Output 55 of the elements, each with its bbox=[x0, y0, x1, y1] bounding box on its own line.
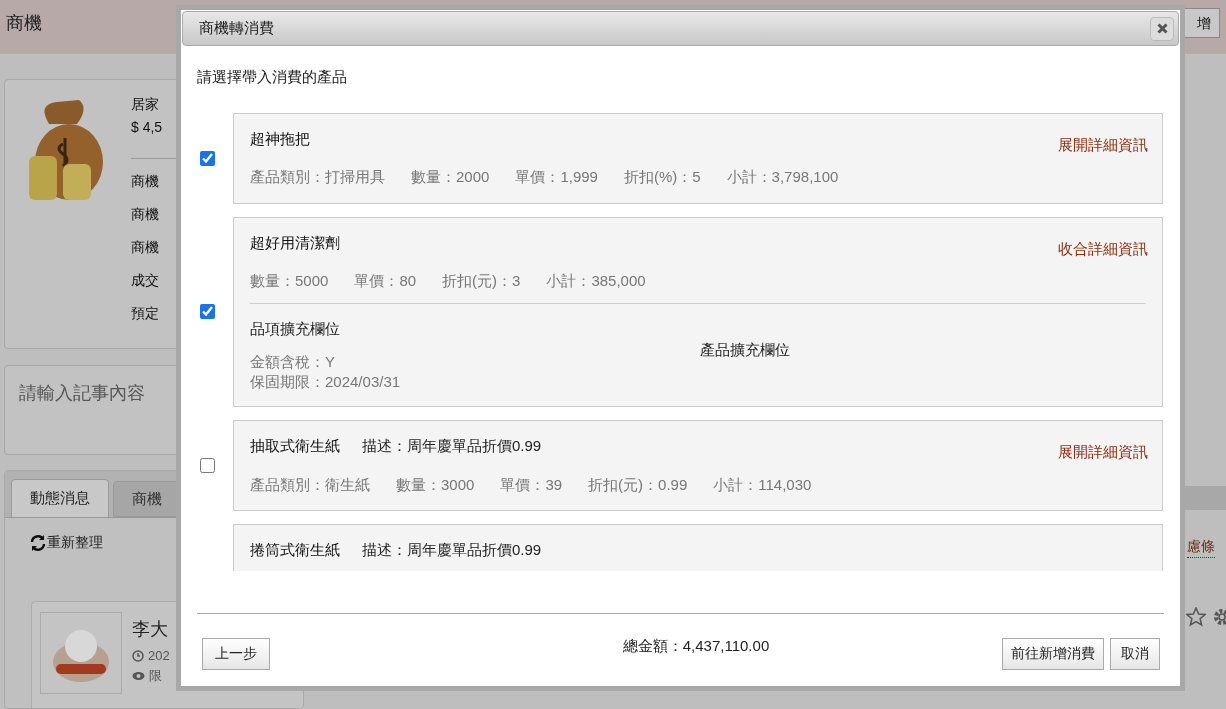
product-field: 小計：3,798,100 bbox=[726, 166, 839, 189]
filter-link[interactable]: 慮條 bbox=[1187, 536, 1215, 558]
product-field: 數量：5000 bbox=[250, 270, 329, 293]
details-heading: 產品擴充欄位 bbox=[700, 340, 790, 358]
product-field: 小計：385,000 bbox=[546, 270, 646, 293]
page-title: 商機 bbox=[6, 12, 42, 35]
field-label: 商機 bbox=[131, 172, 159, 191]
refresh-icon bbox=[29, 533, 47, 552]
star-icon[interactable] bbox=[1186, 607, 1206, 627]
product-field: 數量：2000 bbox=[411, 166, 490, 189]
product-field: 小計：114,030 bbox=[713, 473, 812, 496]
product-field: 折扣(元)：0.99 bbox=[588, 473, 688, 496]
back-button[interactable]: 上一步 bbox=[202, 637, 270, 670]
product-field: 數量：3000 bbox=[396, 473, 475, 496]
product-description: 描述：周年慶單品折價0.99 bbox=[362, 436, 542, 456]
product-name: 超神拖把 bbox=[250, 128, 310, 149]
product-field: 產品類別：衛生紙 bbox=[250, 473, 370, 496]
checkbox[interactable] bbox=[199, 150, 215, 166]
checkbox[interactable] bbox=[199, 304, 215, 320]
field-label: 成交 bbox=[131, 271, 159, 290]
close-icon bbox=[1156, 23, 1168, 34]
checkbox[interactable] bbox=[199, 458, 215, 473]
product-field: 單價：39 bbox=[500, 473, 563, 496]
product-field: 單價：1,999 bbox=[515, 166, 598, 189]
field-label: 商機 bbox=[131, 238, 159, 257]
details-toggle-link[interactable]: 收合詳細資訊 bbox=[1058, 237, 1148, 260]
product-field: 折扣(元)：3 bbox=[442, 270, 521, 293]
close-button[interactable] bbox=[1150, 16, 1174, 41]
product-description: 描述：周年慶單品折價0.99 bbox=[362, 540, 542, 560]
post-visibility: 限 bbox=[149, 667, 162, 685]
field-label: 商機 bbox=[131, 205, 159, 224]
refresh-link[interactable]: 重新整理 bbox=[47, 532, 103, 553]
product-field: 產品類別：打掃用具 bbox=[250, 166, 385, 189]
dialog-title: 商機轉消費 bbox=[199, 18, 274, 39]
details-heading: 品項擴充欄位 bbox=[250, 318, 341, 339]
post-time: 202 bbox=[148, 647, 170, 665]
tab[interactable]: 動態消息 bbox=[11, 479, 109, 517]
clock-icon bbox=[132, 649, 144, 662]
dialog-prompt: 請選擇帶入消費的產品 bbox=[197, 67, 348, 87]
avatar-icon bbox=[40, 612, 122, 694]
total-amount: 總金額：4,437,110.00 bbox=[622, 635, 770, 656]
details-toggle-link[interactable]: 展開詳細資訊 bbox=[1058, 133, 1148, 156]
product-field: 單價：80 bbox=[354, 270, 417, 293]
details-toggle-link[interactable]: 展開詳細資訊 bbox=[1058, 441, 1148, 464]
field-label: 預定 bbox=[131, 304, 159, 323]
settings-icon[interactable] bbox=[1212, 607, 1226, 627]
opportunity-amount: $ 4,5 bbox=[131, 118, 163, 137]
product-name: 捲筒式衛生紙 bbox=[250, 540, 340, 560]
product-field: 折扣(%)：5 bbox=[623, 166, 701, 189]
eye-icon bbox=[132, 670, 145, 681]
proceed-button[interactable]: 前往新增消費 bbox=[1002, 637, 1104, 670]
post-author: 李大 bbox=[132, 618, 168, 641]
product-name: 超好用清潔劑 bbox=[250, 232, 340, 253]
cancel-button[interactable]: 取消 bbox=[1110, 637, 1160, 670]
opportunity-name: 居家 bbox=[131, 95, 159, 114]
